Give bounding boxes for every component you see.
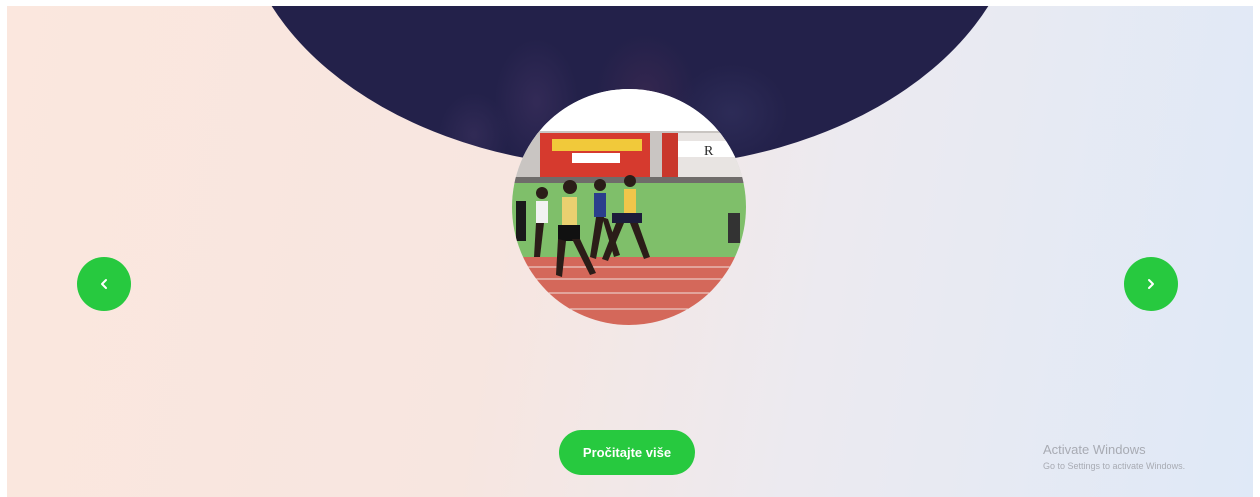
read-more-button[interactable]: Pročitajte više	[559, 430, 695, 475]
chevron-right-icon	[1148, 279, 1154, 289]
prev-slide-button[interactable]	[77, 257, 131, 311]
sprinters-photo: R	[512, 89, 746, 325]
watermark-subtitle: Go to Settings to activate Windows.	[1043, 461, 1186, 471]
chevron-left-icon	[101, 279, 107, 289]
svg-text:R: R	[704, 144, 714, 159]
sprinters-illustration: R	[512, 89, 746, 325]
watermark-title: Activate Windows	[1043, 442, 1146, 457]
next-slide-button[interactable]	[1124, 257, 1178, 311]
activate-windows-watermark: Activate Windows Go to Settings to activ…	[1043, 442, 1185, 472]
hero-slider: R Pročitajte više Activate Windows Go to…	[7, 6, 1253, 497]
